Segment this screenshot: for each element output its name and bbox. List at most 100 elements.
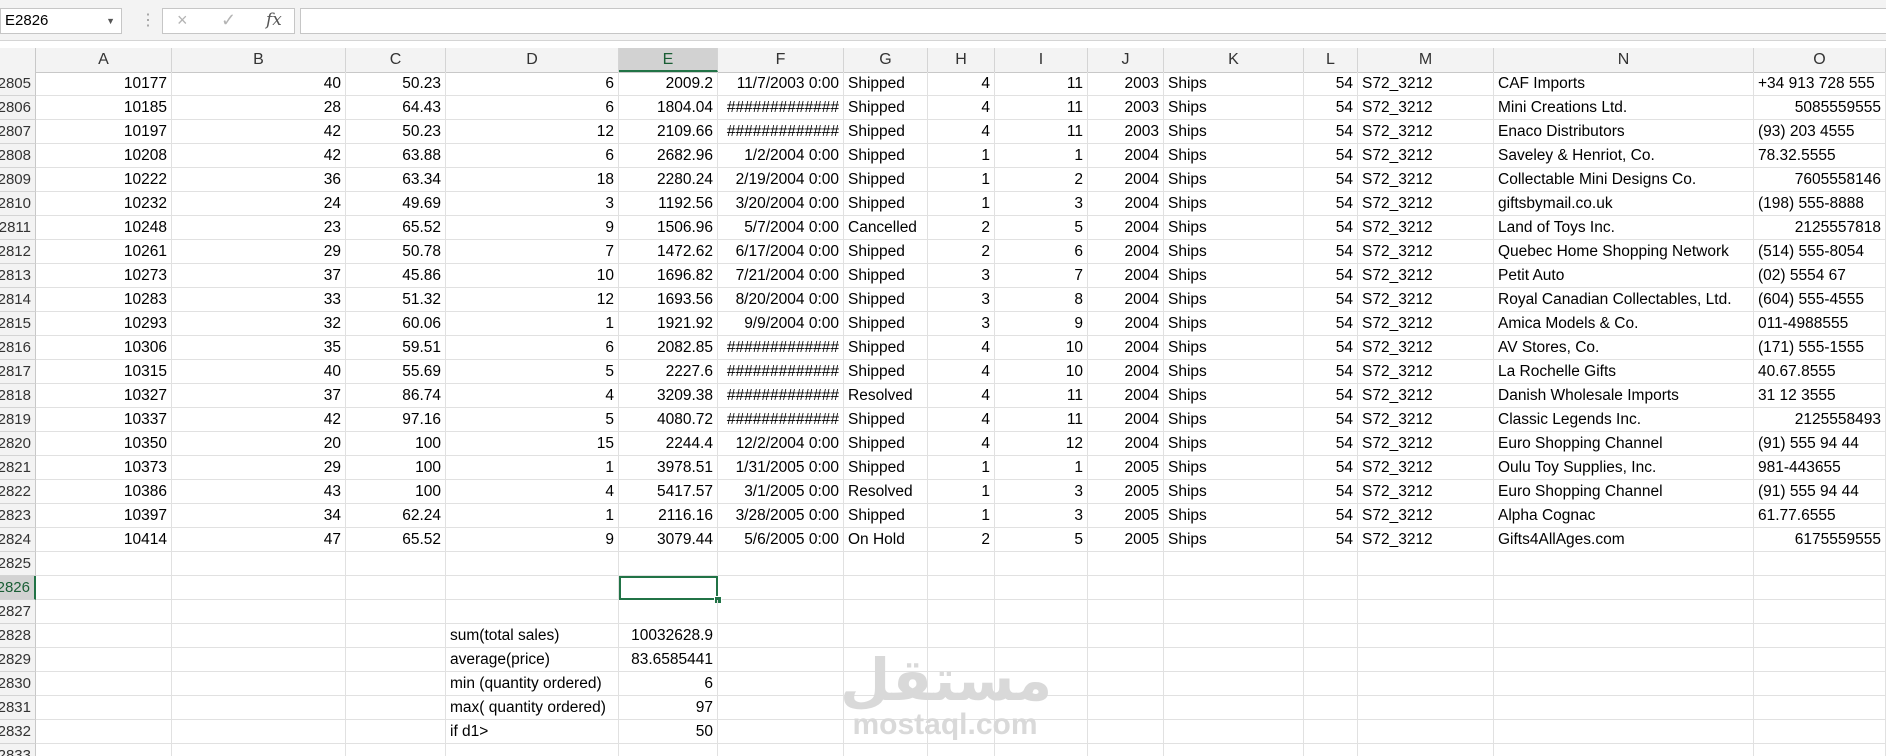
cell-d[interactable]: 10 <box>446 264 619 288</box>
cancel-icon[interactable]: × <box>177 10 188 31</box>
cell-f[interactable] <box>718 672 844 696</box>
cell-e[interactable]: 3978.51 <box>619 456 718 480</box>
cell-l[interactable]: 54 <box>1304 432 1358 456</box>
cell-f[interactable] <box>718 720 844 744</box>
cell-a[interactable] <box>36 696 172 720</box>
cell-f[interactable]: ############# <box>718 96 844 120</box>
cell-l[interactable]: 54 <box>1304 312 1358 336</box>
cell-l[interactable] <box>1304 744 1358 756</box>
cell-b[interactable]: 34 <box>172 504 346 528</box>
cell-c[interactable]: 65.52 <box>346 528 446 552</box>
cell-l[interactable] <box>1304 624 1358 648</box>
cell-i[interactable]: 12 <box>995 432 1088 456</box>
cell-b[interactable]: 42 <box>172 144 346 168</box>
cell-n[interactable]: Saveley & Henriot, Co. <box>1494 144 1754 168</box>
cell-o[interactable] <box>1754 744 1886 756</box>
row-header[interactable]: 2822 <box>0 480 36 504</box>
cell-c[interactable] <box>346 696 446 720</box>
cell-l[interactable]: 54 <box>1304 336 1358 360</box>
cell-o[interactable]: 2125558493 <box>1754 408 1886 432</box>
cell-h[interactable]: 3 <box>928 288 995 312</box>
cell-n[interactable]: giftsbymail.co.uk <box>1494 192 1754 216</box>
cell-n[interactable] <box>1494 552 1754 576</box>
cell-j[interactable]: 2004 <box>1088 240 1164 264</box>
cell-o[interactable]: 7605558146 <box>1754 168 1886 192</box>
name-box[interactable]: E2826 ▼ <box>0 8 122 34</box>
cell-h[interactable]: 1 <box>928 192 995 216</box>
cell-m[interactable] <box>1358 696 1494 720</box>
cell-c[interactable]: 50.23 <box>346 72 446 96</box>
cell-m[interactable]: S72_3212 <box>1358 504 1494 528</box>
cell-b[interactable] <box>172 672 346 696</box>
cell-j[interactable]: 2004 <box>1088 288 1164 312</box>
summary-value[interactable]: 97 <box>619 696 718 720</box>
formula-input[interactable] <box>300 8 1886 34</box>
cell-l[interactable]: 54 <box>1304 192 1358 216</box>
cell-e[interactable]: 2280.24 <box>619 168 718 192</box>
row-header[interactable]: 2831 <box>0 696 36 720</box>
cell-o[interactable]: (02) 5554 67 <box>1754 264 1886 288</box>
row-header[interactable]: 2810 <box>0 192 36 216</box>
cell-k[interactable]: Ships <box>1164 192 1304 216</box>
cell-m[interactable]: S72_3212 <box>1358 216 1494 240</box>
cell-g[interactable]: Shipped <box>844 504 928 528</box>
cell-c[interactable] <box>346 672 446 696</box>
cell-b[interactable]: 42 <box>172 120 346 144</box>
cell-o[interactable]: (514) 555-8054 <box>1754 240 1886 264</box>
cell-o[interactable] <box>1754 672 1886 696</box>
cell-f[interactable] <box>718 624 844 648</box>
cell-d[interactable]: 3 <box>446 192 619 216</box>
cell-c[interactable] <box>346 624 446 648</box>
cell-e[interactable]: 1192.56 <box>619 192 718 216</box>
cell-e[interactable]: 2682.96 <box>619 144 718 168</box>
cell-i[interactable]: 11 <box>995 72 1088 96</box>
cell-j[interactable]: 2004 <box>1088 144 1164 168</box>
cell-j[interactable] <box>1088 576 1164 600</box>
cell-m[interactable]: S72_3212 <box>1358 384 1494 408</box>
cell-m[interactable]: S72_3212 <box>1358 528 1494 552</box>
cell-e[interactable]: 1804.04 <box>619 96 718 120</box>
cell-b[interactable]: 23 <box>172 216 346 240</box>
cell-e[interactable]: 2109.66 <box>619 120 718 144</box>
cell-f[interactable]: 3/28/2005 0:00 <box>718 504 844 528</box>
cell-c[interactable]: 65.52 <box>346 216 446 240</box>
cell-g[interactable]: Shipped <box>844 120 928 144</box>
cell-k[interactable] <box>1164 624 1304 648</box>
column-header-i[interactable]: I <box>995 48 1088 72</box>
cell-d[interactable]: 6 <box>446 72 619 96</box>
cell-j[interactable] <box>1088 720 1164 744</box>
cell-n[interactable] <box>1494 624 1754 648</box>
cell-m[interactable]: S72_3212 <box>1358 432 1494 456</box>
row-header[interactable]: 2815 <box>0 312 36 336</box>
cell-j[interactable]: 2003 <box>1088 96 1164 120</box>
cell-a[interactable] <box>36 672 172 696</box>
cell-o[interactable] <box>1754 576 1886 600</box>
cell-m[interactable]: S72_3212 <box>1358 456 1494 480</box>
cell-g[interactable]: Shipped <box>844 192 928 216</box>
cell-m[interactable]: S72_3212 <box>1358 168 1494 192</box>
cell-h[interactable]: 4 <box>928 384 995 408</box>
cell-g[interactable] <box>844 552 928 576</box>
cell-j[interactable] <box>1088 624 1164 648</box>
cell-c[interactable]: 60.06 <box>346 312 446 336</box>
cell-c[interactable]: 50.23 <box>346 120 446 144</box>
cell-k[interactable]: Ships <box>1164 528 1304 552</box>
cell-l[interactable] <box>1304 696 1358 720</box>
cell-f[interactable]: 3/20/2004 0:00 <box>718 192 844 216</box>
cell-n[interactable]: Euro Shopping Channel <box>1494 480 1754 504</box>
cell-k[interactable]: Ships <box>1164 96 1304 120</box>
cell-a[interactable]: 10273 <box>36 264 172 288</box>
cell-n[interactable]: Amica Models & Co. <box>1494 312 1754 336</box>
row-header[interactable]: 2809 <box>0 168 36 192</box>
row-header[interactable]: 2824 <box>0 528 36 552</box>
cell-m[interactable]: S72_3212 <box>1358 96 1494 120</box>
row-header[interactable]: 2807 <box>0 120 36 144</box>
cell-e[interactable]: 1506.96 <box>619 216 718 240</box>
cell-h[interactable] <box>928 552 995 576</box>
column-header-j[interactable]: J <box>1088 48 1164 72</box>
cell-n[interactable]: CAF Imports <box>1494 72 1754 96</box>
cell-e[interactable]: 4080.72 <box>619 408 718 432</box>
cell-o[interactable]: (93) 203 4555 <box>1754 120 1886 144</box>
cell-d[interactable]: 6 <box>446 96 619 120</box>
cell-h[interactable] <box>928 648 995 672</box>
